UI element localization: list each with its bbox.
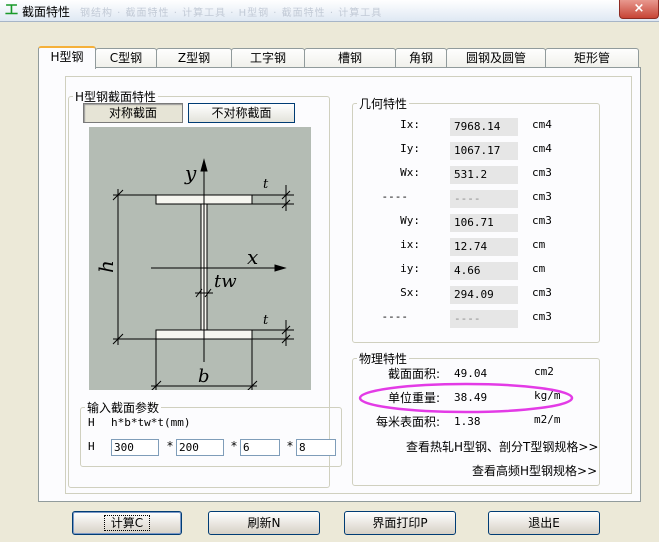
tab-i-beam[interactable]: 工字钢 [231, 48, 305, 68]
param-row-label: H [88, 440, 95, 453]
geometry-row: Sx: 294.09 cm3 [350, 286, 590, 306]
geometry-row: ---- ---- cm3 [350, 310, 590, 330]
geometry-row: Wy: 106.71 cm3 [350, 214, 590, 234]
y-axis-label: y [184, 161, 197, 185]
high-freq-h-spec-link[interactable]: 查看高频H型钢规格>> [472, 462, 597, 479]
geometry-row: Wx: 531.2 cm3 [350, 166, 590, 186]
highlight-ellipse [358, 382, 574, 414]
tab-channel[interactable]: 槽钢 [304, 48, 396, 68]
input-params-legend: 输入截面参数 [87, 401, 160, 415]
tab-z-steel[interactable]: Z型钢 [156, 48, 232, 68]
t-bottom-label: t [263, 313, 269, 328]
h-label: h [94, 260, 118, 273]
b-dimension-label: b [198, 366, 210, 387]
geometry-row: Iy: 1067.17 cm4 [350, 142, 590, 162]
print-button[interactable]: 界面打印P [344, 511, 456, 535]
param-formula: h*b*tw*t(mm) [111, 416, 191, 429]
tw-label: tw [214, 271, 237, 292]
asymmetric-section-button[interactable]: 不对称截面 [188, 103, 295, 123]
window-title-extra: 钢结构 · 截面特性 · 计算工具 · H型钢 · 截面特性 · 计算工具 [80, 8, 383, 17]
app-icon: 工 [4, 3, 18, 18]
input-params-group: 输入截面参数 [80, 399, 342, 467]
title-bar: 工 截面特性 钢结构 · 截面特性 · 计算工具 · H型钢 · 截面特性 · … [0, 0, 659, 22]
symmetric-section-button[interactable]: 对称截面 [83, 103, 183, 123]
geometry-list: Ix: 7968.14 cm4 Iy: 1067.17 cm4 Wx: 531.2 cm3 … [350, 116, 600, 336]
b-input[interactable]: 200 [176, 439, 224, 456]
exit-button[interactable]: 退出E [488, 511, 600, 535]
h-input[interactable]: 300 [111, 439, 159, 456]
tab-round[interactable]: 圆钢及圆管 [446, 48, 546, 68]
h-section-diagram: y x tw b t t h [89, 127, 338, 393]
physical-row-surface: 每米表面积: 1.38 m2/m [375, 413, 561, 429]
tab-h-steel[interactable]: H型钢 [38, 46, 96, 69]
geometry-row: Ix: 7968.14 cm4 [350, 118, 590, 138]
geometry-legend: 几何特性 [359, 97, 408, 111]
tab-c-steel[interactable]: C型钢 [95, 48, 157, 68]
x-axis-label: x [247, 245, 258, 269]
t-top-label: t [263, 177, 269, 192]
geometry-row: iy: 4.66 cm [350, 262, 590, 282]
geometry-row: ix: 12.74 cm [350, 238, 590, 258]
tab-angle[interactable]: 角钢 [395, 48, 447, 68]
t-input[interactable]: 8 [296, 439, 336, 456]
times-sign: * [231, 439, 237, 453]
hot-rolled-h-spec-link[interactable]: 查看热轧H型钢、剖分T型钢规格>> [406, 438, 598, 455]
refresh-button[interactable]: 刷新N [208, 511, 320, 535]
tab-rect-tube[interactable]: 矩形管 [545, 48, 639, 68]
tw-input[interactable]: 6 [240, 439, 280, 456]
param-type-label: H [88, 416, 95, 429]
close-button[interactable]: × [619, 0, 659, 19]
calculate-button[interactable]: 计算C [72, 511, 182, 535]
window-title: 截面特性 [22, 5, 71, 19]
times-sign: * [167, 439, 173, 453]
times-sign: * [287, 439, 293, 453]
geometry-row: ---- ---- cm3 [350, 190, 590, 210]
